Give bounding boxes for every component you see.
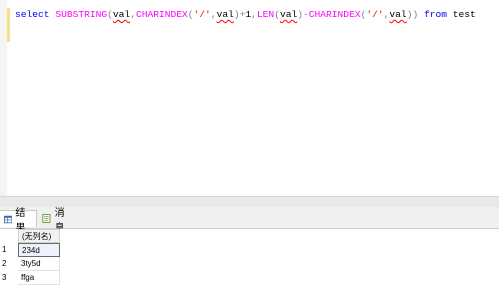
sql-token: val bbox=[389, 9, 407, 20]
query-editor[interactable]: select SUBSTRING(val,CHARINDEX('/',val)+… bbox=[0, 0, 499, 196]
sql-token: )) bbox=[406, 9, 419, 20]
row-number[interactable]: 2 bbox=[0, 257, 17, 271]
results-tabstrip: 结果 消息 bbox=[0, 207, 499, 234]
sql-token: val bbox=[279, 9, 298, 20]
row-number[interactable]: 1 bbox=[0, 243, 17, 257]
sql-token: LEN bbox=[256, 9, 275, 20]
table-row[interactable]: 3 ffga bbox=[0, 271, 60, 285]
sql-token: CHARINDEX bbox=[308, 9, 361, 20]
sql-token: test bbox=[452, 9, 476, 20]
row-number[interactable]: 3 bbox=[0, 271, 17, 285]
grid-cell[interactable]: 234d bbox=[18, 243, 60, 257]
sql-token: CHARINDEX bbox=[135, 9, 188, 20]
sql-code-line[interactable]: select SUBSTRING(val,CHARINDEX('/',val)+… bbox=[15, 9, 476, 21]
sql-token: from bbox=[423, 9, 447, 20]
table-row[interactable]: 1 234d bbox=[0, 243, 60, 257]
messages-icon bbox=[42, 214, 51, 223]
sql-token: val bbox=[216, 9, 234, 20]
grid-header-row: (无列名) bbox=[0, 229, 60, 243]
grid-cell[interactable]: 3ty5d bbox=[18, 257, 60, 271]
sql-token: select bbox=[15, 9, 50, 20]
sql-token: )+ bbox=[233, 9, 246, 20]
sql-token: '/' bbox=[193, 9, 211, 20]
grid-cell[interactable]: ffga bbox=[18, 271, 60, 285]
table-row[interactable]: 2 3ty5d bbox=[0, 257, 60, 271]
sql-token: )- bbox=[297, 9, 309, 20]
sql-token: SUBSTRING bbox=[55, 9, 108, 20]
row-number-header bbox=[0, 229, 17, 243]
sql-token: '/' bbox=[366, 9, 384, 20]
sql-token: val bbox=[112, 9, 131, 20]
results-grid: (无列名) 1 234d 2 3ty5d 3 ffga bbox=[0, 229, 499, 287]
tab-messages[interactable]: 消息 bbox=[38, 208, 78, 234]
editor-gutter bbox=[0, 0, 7, 196]
column-header[interactable]: (无列名) bbox=[18, 229, 60, 243]
results-grid-icon bbox=[4, 215, 13, 223]
change-indicator bbox=[7, 8, 10, 42]
tab-results[interactable]: 结果 bbox=[0, 208, 37, 234]
